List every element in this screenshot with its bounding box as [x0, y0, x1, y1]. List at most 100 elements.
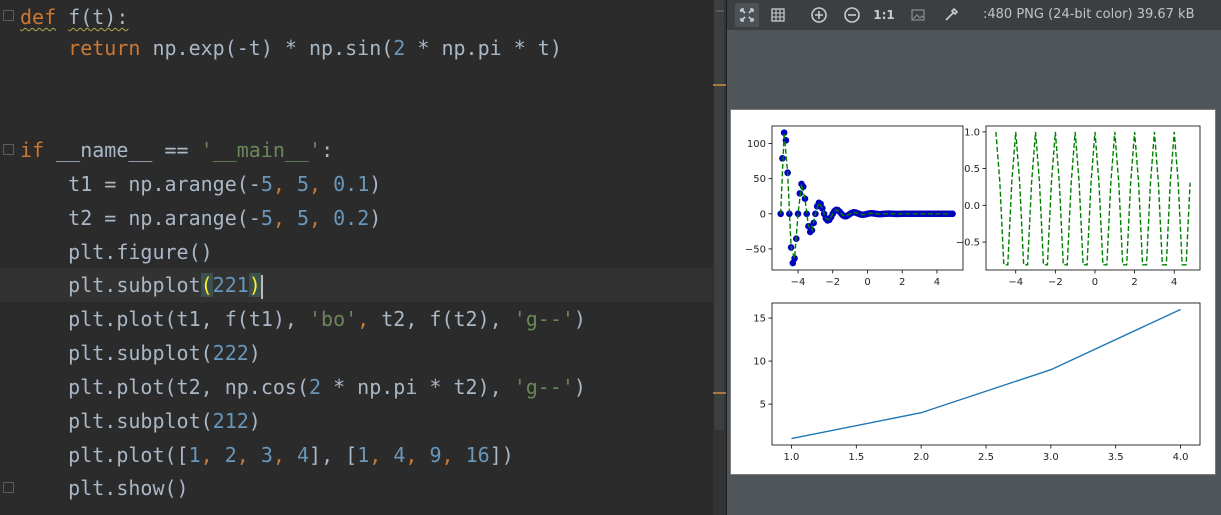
fold-marker-icon[interactable]: [3, 482, 14, 493]
warning-stripe-marker[interactable]: [713, 84, 726, 86]
code-line[interactable]: plt.show(): [20, 471, 188, 505]
y-tick-label: 100: [747, 139, 766, 150]
grid-icon[interactable]: [766, 3, 790, 27]
code-line[interactable]: return np.exp(-t) * np.sin(2 * np.pi * t…: [20, 31, 562, 65]
code-line[interactable]: plt.subplot(222): [20, 336, 261, 370]
code-token: 2: [393, 36, 406, 60]
code-token: 2: [224, 443, 237, 467]
code-token: plt.plot([: [20, 443, 189, 467]
code-token: def: [20, 5, 57, 29]
code-line[interactable]: t1 = np.arange(-5, 5, 0.1): [20, 167, 381, 201]
code-token: ,: [272, 443, 297, 467]
code-token: 5: [296, 172, 310, 196]
axes-frame: [985, 125, 1201, 271]
y-tick-label: 0.5: [964, 164, 980, 175]
code-token: 16: [465, 443, 490, 467]
x-tick-label: 1.0: [784, 452, 800, 463]
code-token: ): [248, 409, 261, 433]
y-tick-label: −50: [745, 244, 766, 255]
eyedropper-icon[interactable]: [939, 3, 963, 27]
background-icon[interactable]: [906, 3, 930, 27]
code-token: plt.subplot: [20, 273, 201, 297]
x-tick-label: 4: [1171, 277, 1177, 288]
data-point: [949, 210, 956, 218]
code-line[interactable]: plt.plot([1, 2, 3, 4], [1, 4, 9, 16]): [20, 438, 514, 472]
fold-marker-icon[interactable]: [3, 144, 14, 155]
code-token: t1 = np.arange(-: [20, 172, 261, 196]
x-tick-label: 4.0: [1173, 452, 1189, 463]
image-info-text: :480 PNG (24-bit color) 39.67 kB: [983, 7, 1195, 22]
code-token: ): [369, 206, 382, 230]
code-token: ,: [441, 443, 466, 467]
code-line[interactable]: t2 = np.arange(-5, 5, 0.2): [20, 201, 381, 235]
zoom-out-icon[interactable]: [840, 3, 864, 27]
code-token: plt.subplot(: [20, 409, 213, 433]
code-token: if: [20, 138, 45, 162]
y-tick-label: −0.5: [956, 238, 980, 249]
code-token: 0.1: [333, 172, 370, 196]
fold-marker-icon[interactable]: [3, 10, 14, 21]
code-token: __name__ ==: [44, 138, 201, 162]
x-tick-label: −2: [825, 277, 840, 288]
y-tick-label: 0.0: [964, 201, 980, 212]
y-tick-label: 50: [753, 174, 766, 185]
code-token: 1: [188, 443, 201, 467]
code-token: 9: [429, 443, 442, 467]
editor-scrollbar-thumb[interactable]: [713, 0, 724, 430]
code-token: plt.subplot(: [20, 341, 213, 365]
code-token: (: [200, 273, 213, 297]
code-line[interactable]: plt.figure(): [20, 235, 213, 269]
series-line: [791, 308, 1181, 440]
code-token: f(t):: [68, 5, 129, 29]
zoom-in-icon[interactable]: [807, 3, 831, 27]
code-token: ]): [489, 443, 514, 467]
scroll-marker: [716, 10, 724, 12]
x-tick-label: 3.0: [1043, 452, 1059, 463]
y-tick-label: 15: [753, 314, 766, 325]
code-token: 'g--': [513, 307, 574, 331]
y-tick-label: 5: [760, 400, 766, 411]
figure-canvas: −4 −2 0 2 4 −50 0 50 100 −4 −2 0 2 4 −0.5 0.0 0.5 1.0 1.0 1…: [745, 125, 1201, 463]
y-tick-label: 10: [753, 357, 766, 368]
image-viewer: 1:1 :480 PNG (24-bit color) 39.67 kB −4 −…: [726, 0, 1221, 515]
series-line: [779, 132, 951, 259]
text-caret: [260, 274, 263, 299]
code-token: 0.2: [333, 206, 370, 230]
code-token: ,: [272, 172, 297, 196]
code-line[interactable]: def f(t):: [20, 0, 128, 34]
code-token: ,: [236, 443, 261, 467]
code-token: plt.figure(): [20, 240, 213, 264]
code-token: * np.pi * t): [405, 36, 562, 60]
code-token: 'g--': [513, 375, 574, 399]
code-line[interactable]: plt.plot(t1, f(t1), 'bo', t2, f(t2), 'g-…: [20, 302, 586, 336]
code-token: ,: [369, 443, 394, 467]
code-token: ): [573, 375, 586, 399]
code-line[interactable]: plt.subplot(221): [0, 268, 713, 302]
code-token: t2, f(t2),: [381, 307, 514, 331]
code-token: 'bo': [308, 307, 358, 331]
code-line[interactable]: if __name__ == '__main__':: [20, 133, 333, 167]
code-token: 5: [296, 206, 310, 230]
x-tick-label: 3.5: [1108, 452, 1124, 463]
warning-stripe-marker[interactable]: [713, 392, 726, 394]
code-token: 222: [212, 341, 249, 365]
code-token: plt.plot(t2, np.cos(: [20, 375, 309, 399]
code-editor[interactable]: def f(t): return np.exp(-t) * np.sin(2 *…: [0, 0, 713, 515]
code-token: '__main__': [200, 138, 322, 162]
y-tick-label: 1.0: [964, 127, 980, 138]
code-token: ,: [357, 307, 382, 331]
code-line[interactable]: plt.subplot(212): [20, 404, 261, 438]
code-token: 2: [308, 375, 322, 399]
code-token: 4: [297, 443, 310, 467]
y-tick-label: 0: [760, 209, 766, 220]
x-tick-label: −4: [791, 277, 806, 288]
fit-screen-icon[interactable]: [735, 3, 759, 27]
code-token: np.exp(-t) * np.sin(: [140, 36, 394, 60]
code-token: ): [369, 172, 382, 196]
code-line[interactable]: plt.plot(t2, np.cos(2 * np.pi * t2), 'g-…: [20, 370, 586, 404]
code-token: ): [248, 273, 261, 297]
viewer-toolbar: 1:1 :480 PNG (24-bit color) 39.67 kB: [727, 0, 1221, 30]
actual-size-button[interactable]: 1:1: [872, 3, 896, 27]
code-token: 221: [212, 273, 249, 297]
